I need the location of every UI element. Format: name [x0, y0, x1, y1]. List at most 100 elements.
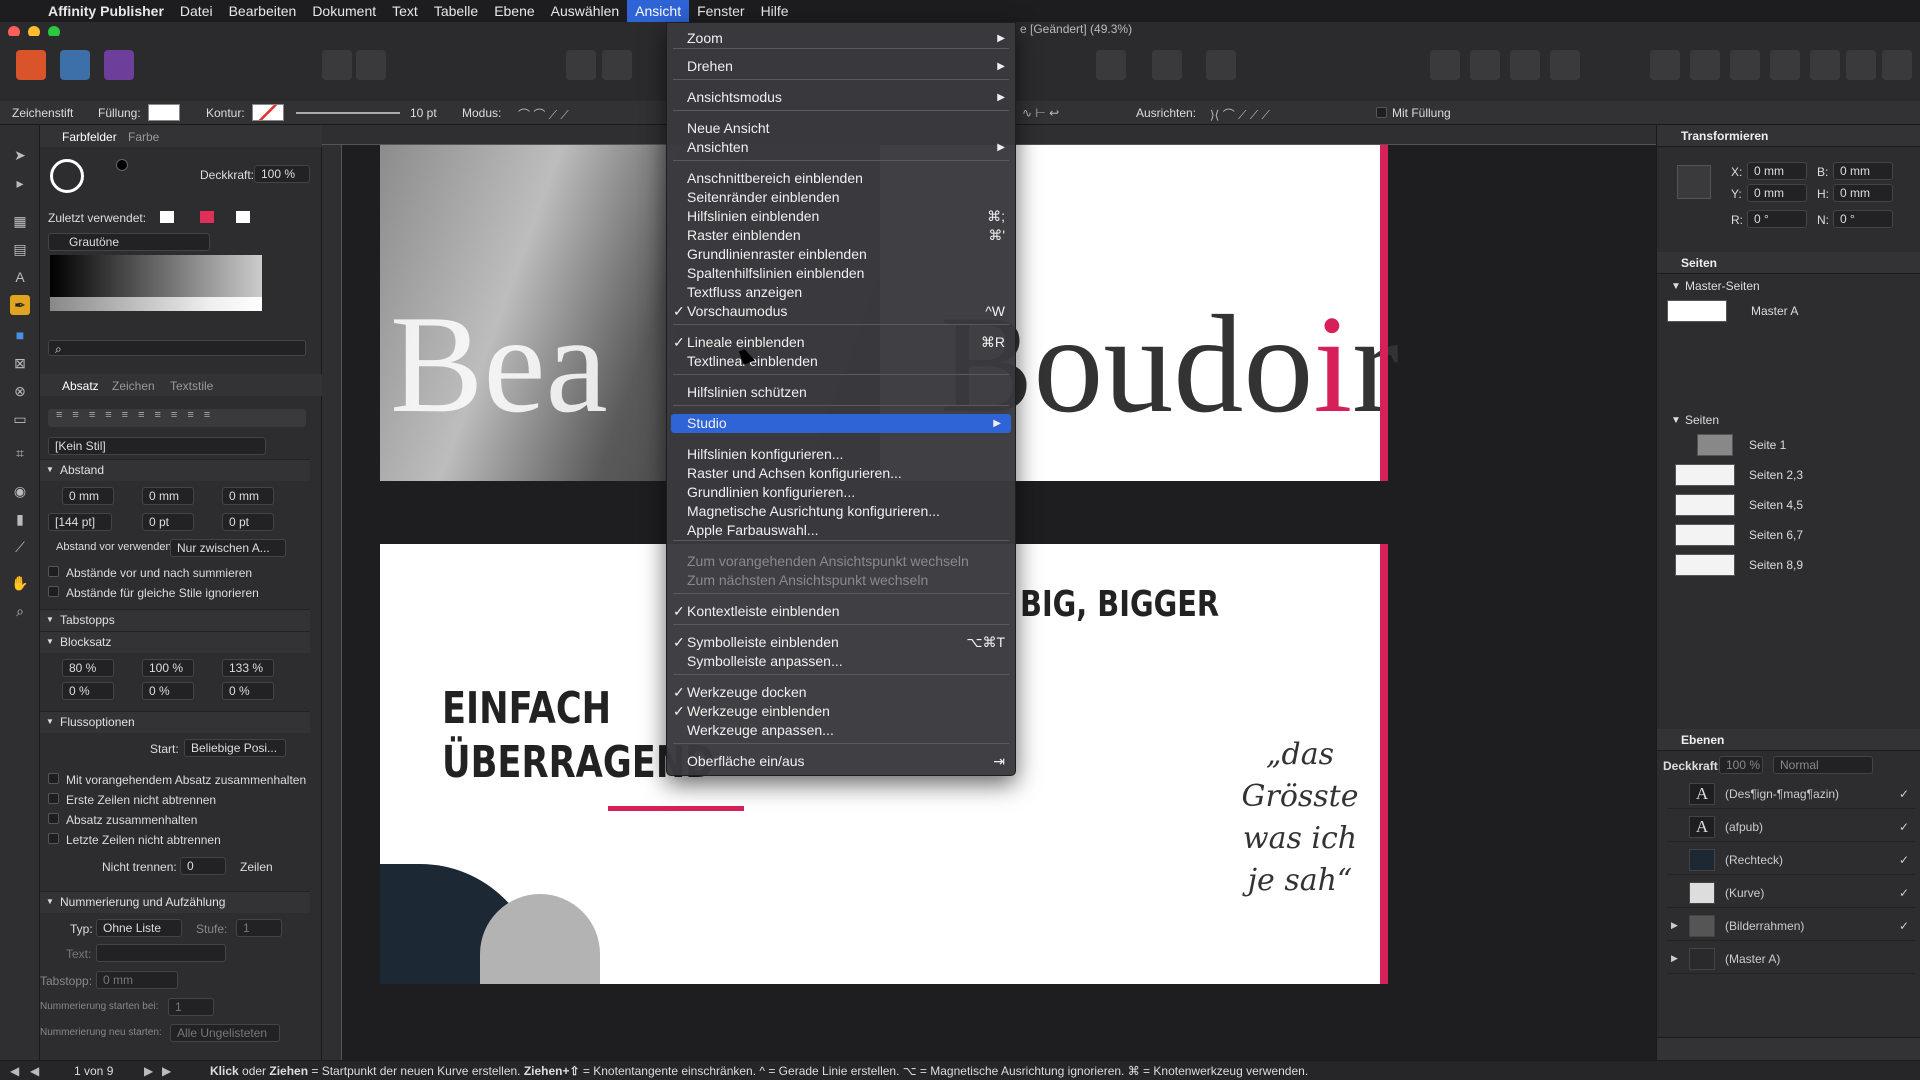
- indent-left-field[interactable]: 0 mm: [62, 487, 114, 505]
- first-page-icon[interactable]: ◀: [10, 1064, 19, 1078]
- typ-select[interactable]: Ohne Liste: [96, 919, 182, 937]
- letter-spacing-min-field[interactable]: 0 %: [142, 682, 194, 700]
- fill-swatch[interactable]: [148, 104, 180, 121]
- menu-item-apple-farbauswahl[interactable]: Apple Farbauswahl...: [667, 521, 1015, 540]
- stufe-field[interactable]: 1: [236, 919, 282, 937]
- color-dot-icon[interactable]: [116, 159, 128, 171]
- recent-swatch-3[interactable]: [236, 211, 250, 223]
- arrange-4-icon[interactable]: [1550, 50, 1580, 80]
- paragraph-alignment-buttons[interactable]: ≡≡≡≡≡≡≡≡≡≡: [48, 409, 306, 427]
- menu-item-werkzeuge-docken[interactable]: ✓ Werkzeuge docken: [667, 683, 1015, 702]
- color-icon[interactable]: [356, 50, 386, 80]
- next-page-icon[interactable]: ▶: [144, 1064, 153, 1078]
- keep-with-previous-checkbox[interactable]: [48, 773, 59, 784]
- layer-row[interactable]: A (Des¶ign-¶mag¶azin) ✓: [1667, 779, 1915, 809]
- fill-stroke-selector[interactable]: [50, 159, 84, 193]
- menu-item-textfluss-anzeigen[interactable]: Textfluss anzeigen: [667, 283, 1015, 302]
- transform-panel-header[interactable]: Transformieren: [1657, 125, 1920, 147]
- stroke-swatch[interactable]: [252, 104, 284, 121]
- crop-tool-icon[interactable]: ⌗: [10, 443, 30, 463]
- pages-panel-header[interactable]: Seiten: [1657, 252, 1920, 274]
- space-before-field[interactable]: 0 pt: [142, 513, 194, 531]
- recent-swatch-2[interactable]: [200, 211, 214, 223]
- prev-page-icon[interactable]: ◀: [30, 1064, 39, 1078]
- layer-row[interactable]: (Kurve) ✓: [1667, 878, 1915, 908]
- ignore-spacing-checkbox[interactable]: [48, 586, 59, 597]
- word-spacing-field[interactable]: 80 %: [62, 659, 114, 677]
- recent-swatch-1[interactable]: [160, 211, 174, 223]
- layer-row[interactable]: A (afpub) ✓: [1667, 812, 1915, 842]
- hand-tool-icon[interactable]: ✋: [10, 573, 30, 593]
- menu-item-ansichtsmodus[interactable]: Ansichtsmodus ▶: [667, 88, 1015, 107]
- align-icon[interactable]: [1650, 50, 1680, 80]
- section-flussoptionen[interactable]: Flussoptionen: [40, 711, 310, 733]
- menu-item-symbolleiste-anpassen[interactable]: Symbolleiste anpassen...: [667, 652, 1015, 671]
- menu-item-neue-ansicht[interactable]: Neue Ansicht: [667, 119, 1015, 138]
- word-spacing-min-field[interactable]: 0 %: [62, 682, 114, 700]
- menu-item-magnetische-ausrichtung-konfigurieren[interactable]: Magnetische Ausrichtung konfigurieren...: [667, 502, 1015, 521]
- menu-item-raster-einblenden[interactable]: Raster einblenden ⌘': [667, 226, 1015, 245]
- visibility-checkbox[interactable]: ✓: [1899, 853, 1909, 867]
- opacity-field[interactable]: 100 %: [254, 165, 310, 183]
- menu-item-grundlinienraster-einblenden[interactable]: Grundlinienraster einblenden: [667, 245, 1015, 264]
- menu-item-werkzeuge-anpassen[interactable]: Werkzeuge anpassen...: [667, 721, 1015, 740]
- picture-frame-tool-icon[interactable]: ⊠: [10, 353, 30, 373]
- layer-row[interactable]: ▶ (Bilderrahmen) ✓: [1667, 911, 1915, 941]
- preview-icon[interactable]: [1096, 50, 1126, 80]
- visibility-checkbox[interactable]: ✓: [1899, 787, 1909, 801]
- menu-bearbeiten[interactable]: Bearbeiten: [221, 0, 305, 22]
- menu-item-vorschaumodus[interactable]: ✓ Vorschaumodus ^W: [667, 302, 1015, 321]
- menu-text[interactable]: Text: [384, 0, 426, 22]
- table-tool-icon[interactable]: ▤: [10, 239, 30, 259]
- light-swatch-row[interactable]: [50, 297, 262, 311]
- section-blocksatz[interactable]: Blocksatz: [40, 631, 310, 653]
- menu-item-textlineal-einblenden[interactable]: Textlineal einblenden: [667, 352, 1015, 371]
- align-3-icon[interactable]: [1730, 50, 1760, 80]
- tab-zeichen[interactable]: Zeichen: [112, 379, 155, 393]
- section-nummerierung[interactable]: Nummerierung und Aufzählung: [40, 891, 310, 913]
- rectangle-tool-icon[interactable]: ■: [10, 325, 30, 345]
- widow-checkbox[interactable]: [48, 793, 59, 804]
- gray-swatch-grid[interactable]: [50, 255, 262, 297]
- y-field[interactable]: 0 mm: [1747, 184, 1807, 202]
- glyph-scale-min-field[interactable]: 0 %: [222, 682, 274, 700]
- palette-select[interactable]: Grautöne: [48, 233, 210, 251]
- persona-photo-icon[interactable]: [104, 50, 134, 80]
- layers-panel-header[interactable]: Ebenen: [1657, 729, 1920, 751]
- snapping-icon[interactable]: [1206, 50, 1236, 80]
- mode-icons[interactable]: ⌒ ⌒ ⟋ ⟋: [518, 106, 569, 123]
- artistic-text-tool-icon[interactable]: A: [10, 267, 30, 287]
- x-field[interactable]: 0 mm: [1747, 162, 1807, 180]
- menu-item-symbolleiste-einblenden[interactable]: ✓ Symbolleiste einblenden ⌥⌘T: [667, 633, 1015, 652]
- apple-icon[interactable]: [0, 0, 40, 22]
- no-break-field[interactable]: 0: [180, 857, 226, 875]
- menu-item-hilfslinien-schützen[interactable]: Hilfslinien schützen: [667, 383, 1015, 402]
- boolean-add-icon[interactable]: [1810, 50, 1840, 80]
- zoom-tool-icon[interactable]: ⌕: [10, 601, 30, 621]
- menu-ebene[interactable]: Ebene: [486, 0, 542, 22]
- place-image-tool-icon[interactable]: ▭: [10, 409, 30, 429]
- visibility-checkbox[interactable]: ✓: [1899, 919, 1909, 933]
- menu-item-ansichten[interactable]: Ansichten ▶: [667, 138, 1015, 157]
- layers-footer-toolbar[interactable]: [1657, 1037, 1920, 1060]
- layer-opacity-field[interactable]: 100 %: [1719, 756, 1763, 774]
- menu-datei[interactable]: Datei: [172, 0, 221, 22]
- expand-icon[interactable]: ▶: [1671, 920, 1678, 931]
- text-field[interactable]: [96, 944, 226, 962]
- shear-field[interactable]: 0 °: [1833, 210, 1893, 228]
- section-abstand[interactable]: Abstand: [40, 459, 310, 481]
- indent-first-field[interactable]: 0 mm: [142, 487, 194, 505]
- menu-ansicht[interactable]: Ansicht: [627, 0, 690, 22]
- stroke-width-value[interactable]: 10 pt: [410, 106, 437, 120]
- visibility-checkbox[interactable]: ✓: [1899, 820, 1909, 834]
- abstand-vor-select[interactable]: Nur zwischen A...: [170, 539, 286, 557]
- page-row[interactable]: Seiten 2,3: [1667, 461, 1915, 489]
- menu-dokument[interactable]: Dokument: [304, 0, 384, 22]
- tab-absatz[interactable]: Absatz: [62, 379, 99, 393]
- ruler-vertical[interactable]: [322, 145, 342, 1060]
- arrange-3-icon[interactable]: [1510, 50, 1540, 80]
- anchor-point-icon[interactable]: [1677, 165, 1711, 199]
- letter-spacing-field[interactable]: 100 %: [142, 659, 194, 677]
- menu-app[interactable]: Affinity Publisher: [40, 0, 172, 22]
- menu-item-zoom[interactable]: Zoom ▶: [667, 29, 1015, 48]
